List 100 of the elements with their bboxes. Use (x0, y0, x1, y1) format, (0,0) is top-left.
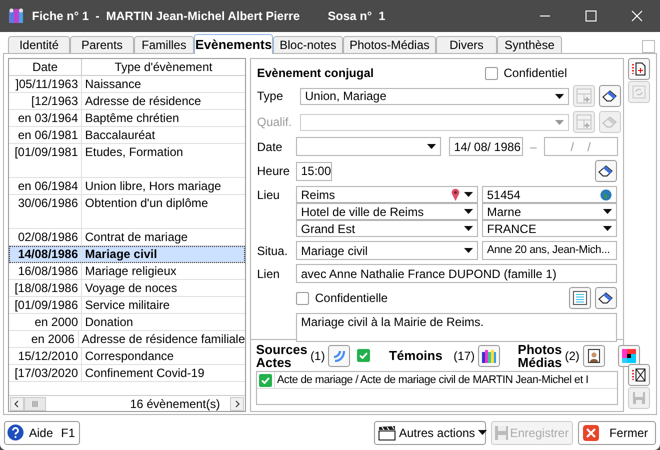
postal-code-field[interactable]: 51454 (482, 186, 617, 203)
event-row[interactable]: [01/09/1981 Etudes, Formation (9, 144, 245, 178)
time-field[interactable]: 15:00 (296, 162, 332, 180)
event-row[interactable]: 14/08/1986 Mariage civil (9, 246, 245, 263)
tab[interactable]: Bloc-notes (273, 36, 343, 53)
sources-checkbox[interactable] (356, 349, 370, 362)
more-actions-button[interactable]: Autres actions (374, 420, 486, 444)
date-cell: en 2006 (9, 331, 79, 347)
section-heading: Evènement conjugal (257, 65, 374, 82)
map-pin-icon (451, 188, 460, 201)
region-dropdown[interactable]: Grand Est (296, 220, 478, 237)
confidential-checkbox[interactable] (296, 292, 309, 304)
shortcut-key: F1 (61, 424, 76, 442)
scroll-right-icon[interactable] (230, 396, 244, 410)
checkbox-label: Confidentielle (315, 290, 388, 307)
event-row[interactable]: en 03/1964 Baptême chrétien (9, 110, 245, 127)
date-cell: [01/09/1981 (9, 144, 82, 177)
date-cell: en 2000 (9, 314, 82, 330)
link-field[interactable]: avec Anne Nathalie France DUPOND (famille 1) (296, 264, 617, 283)
new-document-button[interactable] (628, 58, 650, 80)
portrait-icon (588, 348, 600, 362)
event-row[interactable]: en 2006 Adresse de résidence familiale (9, 331, 245, 348)
type-cell-text: Etudes, Formation (84, 144, 184, 161)
tab[interactable]: Synthèse (497, 36, 562, 53)
caret-icon (555, 94, 564, 98)
refresh-icon (632, 85, 646, 99)
add-icon (576, 114, 592, 130)
witnesses-button[interactable] (478, 344, 500, 366)
clapperboard-icon (378, 424, 396, 440)
date-mode-dropdown[interactable] (296, 137, 441, 156)
globe-icon (600, 188, 612, 200)
field-label: Lien (257, 266, 281, 282)
field-label: Lieu (257, 187, 281, 204)
event-row[interactable]: [18/08/1986 Voyage de noces (9, 280, 245, 297)
type-cell-text: Mariage religieux (84, 263, 178, 279)
attachment-count: (17) (453, 348, 475, 364)
note-field[interactable]: Mariage civil à la Mairie de Reims. (296, 313, 617, 342)
date-cell: [01/09/1986 (9, 297, 82, 313)
caret-icon (427, 144, 436, 149)
tab[interactable]: Identité (8, 36, 70, 53)
sosa-number: Sosa n° 1 (328, 8, 386, 25)
date-cell: 02/08/1986 (9, 229, 82, 245)
event-row[interactable]: 30/06/1986 Obtention d'un diplôme (9, 195, 245, 229)
photos-button[interactable] (582, 344, 605, 366)
source-checkbox[interactable] (259, 374, 272, 386)
event-row[interactable]: en 06/1984 Union libre, Hors mariage (9, 178, 245, 195)
place-dropdown[interactable]: Reims (296, 186, 478, 203)
situation-dropdown[interactable]: Mariage civil (296, 241, 478, 260)
event-row[interactable]: en 2000 Donation (9, 314, 245, 331)
department-dropdown[interactable]: Marne (482, 203, 617, 220)
scroll-thumb-icon[interactable] (24, 396, 46, 410)
tab[interactable]: Divers (436, 36, 497, 53)
tab[interactable]: Evènements (194, 34, 273, 54)
clear-button[interactable] (599, 85, 621, 107)
attachment-label: Sources (256, 342, 308, 356)
event-row[interactable]: [01/09/1986 Service militaire (9, 297, 245, 314)
scroll-left-icon[interactable] (10, 396, 24, 410)
event-count: 16 évènement(s) (130, 396, 220, 412)
ages-field[interactable]: Anne 20 ans, Jean-Mich... (482, 241, 617, 260)
date-cell: 15/12/2010 (9, 348, 82, 364)
event-row[interactable]: 15/12/2010 Correspondance (9, 348, 245, 365)
site-dropdown[interactable]: Hotel de ville de Reims (296, 203, 478, 220)
tab[interactable]: Parents (70, 36, 134, 53)
attachment-label: Témoins (388, 346, 442, 365)
help-button[interactable]: Aide F1 (4, 420, 80, 444)
help-icon (7, 424, 24, 441)
square-box[interactable] (642, 40, 655, 53)
field-label: Heure (257, 163, 291, 180)
field-label: Type (257, 88, 284, 105)
event-row[interactable]: [17/03/2020 Confinement Covid-19 (9, 365, 245, 382)
close-button[interactable]: Fermer (578, 420, 656, 444)
date-cell: en 03/1964 (9, 110, 82, 126)
type-cell-text: Donation (84, 314, 134, 330)
eraser-icon (598, 165, 614, 177)
clear-button[interactable] (595, 160, 617, 182)
list-button[interactable] (569, 287, 591, 309)
media-button[interactable] (618, 344, 640, 366)
type-dropdown[interactable]: Union, Mariage (300, 88, 569, 104)
sources-button[interactable] (328, 344, 350, 366)
caret-icon (478, 430, 488, 435)
column-header[interactable]: Type d'évènement (82, 59, 245, 75)
delete-button[interactable] (628, 364, 650, 386)
date-cell: 30/06/1986 (9, 195, 82, 228)
event-row[interactable]: ]05/11/1963 Naissance (9, 76, 245, 93)
tab[interactable]: Familles (134, 36, 194, 53)
event-row[interactable]: 16/08/1986 Mariage religieux (9, 263, 245, 280)
type-cell-text: Service militaire (84, 297, 171, 313)
confidential-checkbox[interactable] (484, 66, 498, 80)
signal-icon (332, 348, 346, 362)
clear-button[interactable] (595, 287, 617, 309)
event-row[interactable]: en 06/1981 Baccalauréat (9, 127, 245, 144)
event-row[interactable]: [12/1963 Adresse de résidence (9, 93, 245, 110)
country-dropdown[interactable]: FRANCE (482, 220, 617, 237)
eraser-icon (602, 90, 618, 102)
date-field[interactable]: 14/ 08/ 1986 (449, 137, 523, 156)
people-icon (8, 8, 24, 24)
crossed-document-icon (632, 368, 646, 382)
column-header[interactable]: Date (9, 59, 82, 75)
caret-icon (464, 192, 473, 197)
tab[interactable]: Photos-Médias (343, 36, 436, 53)
